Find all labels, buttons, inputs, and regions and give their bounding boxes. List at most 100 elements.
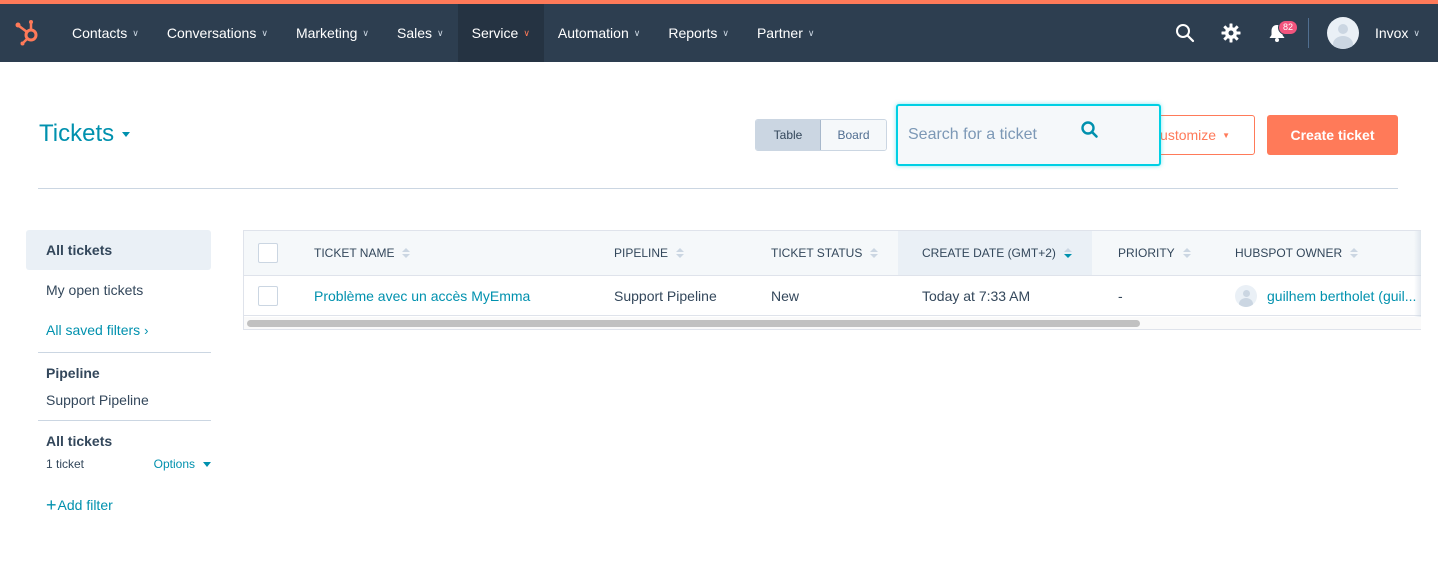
- column-label: Ticket status: [771, 246, 863, 260]
- column-priority[interactable]: Priority: [1118, 231, 1218, 275]
- caret-down-icon: [122, 131, 131, 137]
- nav-marketing[interactable]: Marketing ∨: [282, 4, 383, 62]
- horizontal-scrollbar[interactable]: [244, 317, 1421, 329]
- column-label: Priority: [1118, 246, 1175, 260]
- table-view-button[interactable]: Table: [756, 120, 821, 150]
- column-ticket-status[interactable]: Ticket status: [771, 231, 891, 275]
- column-hubspot-owner[interactable]: Hubspot owner: [1235, 231, 1415, 275]
- ticket-status: New: [771, 288, 800, 304]
- search-icon[interactable]: [1080, 120, 1100, 140]
- sort-icon: [1350, 248, 1359, 258]
- avatar: [1326, 17, 1359, 49]
- sidebar-item-label: All saved filters: [46, 322, 141, 338]
- filters-sidebar: All tickets My open tickets All saved fi…: [26, 230, 211, 515]
- column-label: Ticket name: [314, 246, 395, 260]
- avatar: [1235, 285, 1257, 307]
- sidebar-item-all-tickets[interactable]: All tickets: [26, 230, 211, 270]
- account-menu[interactable]: Invox ∨: [1326, 4, 1438, 62]
- nav-reports[interactable]: Reports ∨: [654, 4, 743, 62]
- caret-down-icon: [203, 461, 211, 467]
- nav-divider: [1307, 18, 1309, 48]
- column-label: Create date (GMT+2): [922, 246, 1056, 260]
- nav-label: Automation: [557, 25, 629, 41]
- sidebar-divider: [38, 420, 211, 421]
- plus-icon: +: [46, 495, 57, 515]
- row-checkbox[interactable]: [258, 286, 278, 306]
- hubspot-logo-icon[interactable]: [14, 18, 42, 46]
- global-search-button[interactable]: [1162, 4, 1208, 62]
- sort-icon: [870, 248, 879, 258]
- chevron-down-icon: ∨: [261, 27, 268, 38]
- select-all-checkbox[interactable]: [258, 243, 278, 263]
- add-filter-button[interactable]: + Add filter: [26, 495, 211, 515]
- chevron-down-icon: ∨: [1413, 27, 1420, 38]
- column-create-date[interactable]: Create date (GMT+2): [898, 231, 1092, 275]
- nav-label: Reports: [668, 25, 718, 41]
- pipeline-heading: Pipeline: [46, 365, 100, 381]
- ticket-count: 1 ticket: [46, 457, 85, 471]
- view-heading: All tickets: [46, 433, 113, 449]
- ticket-owner[interactable]: guilhem bertholet (guil...: [1235, 276, 1416, 316]
- ticket-name-link[interactable]: Problème avec un accès MyEmma: [314, 276, 530, 316]
- table-row: Problème avec un accès MyEmma Support Pi…: [244, 276, 1421, 316]
- sort-icon: [1182, 248, 1191, 258]
- ticket-count-row: 1 ticket Options: [26, 457, 211, 471]
- owner-name[interactable]: guilhem bertholet (guil...: [1267, 288, 1416, 304]
- nav-contacts[interactable]: Contacts ∨: [58, 4, 153, 62]
- add-filter-label: Add filter: [57, 497, 113, 513]
- notification-count-badge: 82: [1277, 20, 1298, 35]
- ticket-create-date: Today at 7:33 AM: [922, 288, 1031, 304]
- column-ticket-name[interactable]: Ticket name: [314, 231, 604, 275]
- ticket-priority: -: [1118, 288, 1123, 304]
- notifications-button[interactable]: 82: [1254, 4, 1300, 62]
- tickets-table: Ticket name Pipeline Ticket status Creat…: [243, 230, 1421, 330]
- nav-conversations[interactable]: Conversations ∨: [153, 4, 282, 62]
- sort-icon: [676, 248, 685, 258]
- chevron-down-icon: ∨: [807, 27, 815, 38]
- top-right-controls: 82 Invox ∨: [1162, 4, 1438, 62]
- nav-label: Sales: [397, 25, 433, 41]
- scrollbar-thumb[interactable]: [247, 320, 1140, 327]
- table-header: Ticket name Pipeline Ticket status Creat…: [244, 231, 1421, 276]
- nav-partner[interactable]: Partner ∨: [743, 4, 829, 62]
- chevron-down-icon: ∨: [523, 27, 530, 38]
- nav-label: Partner: [756, 25, 803, 41]
- top-navigation-bar: Contacts ∨ Conversations ∨ Marketing ∨ Sale…: [0, 0, 1438, 62]
- settings-button[interactable]: [1208, 4, 1254, 62]
- sort-descending-icon: [1063, 248, 1072, 258]
- nav-sales[interactable]: Sales ∨: [383, 4, 458, 62]
- ticket-search-input[interactable]: [908, 124, 1078, 146]
- chevron-down-icon: ∨: [362, 27, 369, 38]
- sidebar-divider: [38, 352, 211, 353]
- sidebar-item-label: My open tickets: [46, 282, 144, 298]
- board-view-button[interactable]: Board: [821, 120, 886, 150]
- gear-icon: [1221, 23, 1241, 43]
- column-pipeline[interactable]: Pipeline: [614, 231, 764, 275]
- caret-down-icon: ▼: [1222, 130, 1230, 140]
- page-title[interactable]: Tickets: [39, 120, 131, 148]
- search-icon: [1175, 24, 1195, 43]
- page-title-text: Tickets: [39, 120, 115, 147]
- chevron-down-icon: ∨: [437, 27, 444, 38]
- ticket-search-box: [896, 104, 1161, 166]
- chevron-right-icon: ›: [144, 322, 149, 338]
- sort-icon: [402, 248, 411, 258]
- scroll-shadow: [1414, 231, 1421, 317]
- chevron-down-icon: ∨: [633, 27, 641, 38]
- customize-label: ustomize: [1160, 127, 1217, 143]
- chevron-down-icon: ∨: [132, 27, 139, 38]
- nav-label: Contacts: [72, 25, 128, 41]
- sidebar-item-my-open-tickets[interactable]: My open tickets: [26, 270, 211, 310]
- ticket-pipeline: Support Pipeline: [614, 288, 717, 304]
- options-dropdown[interactable]: Options: [154, 457, 211, 471]
- pipeline-value[interactable]: Support Pipeline: [26, 392, 211, 408]
- main-nav: Contacts ∨ Conversations ∨ Marketing ∨ Sale…: [58, 4, 828, 62]
- header-divider: [38, 188, 1398, 189]
- column-label: Pipeline: [614, 246, 669, 260]
- all-saved-filters-link[interactable]: All saved filters ›: [26, 310, 211, 350]
- nav-automation[interactable]: Automation ∨: [544, 4, 654, 62]
- column-label: Hubspot owner: [1235, 246, 1343, 260]
- create-ticket-button[interactable]: Create ticket: [1267, 115, 1398, 155]
- account-name: Invox: [1374, 25, 1409, 41]
- nav-service[interactable]: Service ∨: [457, 4, 544, 62]
